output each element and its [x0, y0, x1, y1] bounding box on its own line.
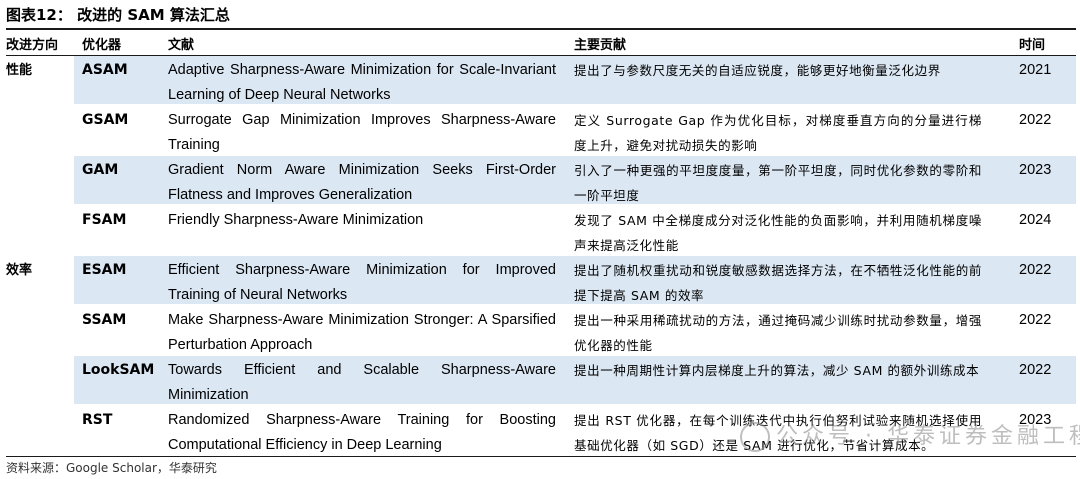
cell-contribution: 提出一种周期性计算内层梯度上升的算法，减少 SAM 的额外训练成本	[574, 363, 980, 378]
table-row: 性能 ASAM Adaptive Sharpness-Aware Minimiz…	[6, 56, 1076, 105]
table-row: 效率 ESAM Efficient Sharpness-Aware Minimi…	[6, 256, 1076, 305]
cell-optimizer: GSAM	[82, 112, 129, 128]
table-row: GAM Gradient Norm Aware Minimization See…	[6, 156, 1076, 205]
cell-paper: Efficient Sharpness-Aware Minimization f…	[168, 262, 556, 303]
cell-optimizer: FSAM	[82, 212, 127, 228]
cell-year: 2022	[1019, 112, 1052, 128]
cell-paper: Adaptive Sharpness-Aware Minimization fo…	[168, 62, 556, 103]
title-rule	[6, 28, 1076, 30]
cell-contribution: 提出一种采用稀疏扰动的方法，通过掩码减少训练时扰动参数量，增强优化器的性能	[574, 313, 982, 353]
cell-year: 2022	[1019, 312, 1052, 328]
cell-optimizer: SSAM	[82, 312, 127, 328]
cell-paper: Make Sharpness-Aware Minimization Strong…	[168, 312, 556, 353]
cell-contribution: 提出了与参数尺度无关的自适应锐度，能够更好地衡量泛化边界	[574, 63, 941, 78]
header-optimizer: 优化器	[82, 38, 122, 53]
cell-year: 2022	[1019, 362, 1052, 378]
cell-year: 2021	[1019, 62, 1052, 78]
cell-year: 2022	[1019, 262, 1052, 278]
table-row: SSAM Make Sharpness-Aware Minimization S…	[6, 306, 1076, 355]
cell-paper: Surrogate Gap Minimization Improves Shar…	[168, 112, 556, 153]
cell-contribution: 引入了一种更强的平坦度度量，第一阶平坦度，同时优化参数的零阶和一阶平坦度	[574, 163, 982, 203]
cell-optimizer: LookSAM	[82, 362, 155, 378]
cell-contribution: 发现了 SAM 中全梯度成分对泛化性能的负面影响，并利用随机梯度噪声来提高泛化性…	[574, 213, 982, 253]
cell-year: 2024	[1019, 212, 1052, 228]
cell-year: 2023	[1019, 162, 1052, 178]
source-note: 资料来源：Google Scholar，华泰研究	[6, 461, 217, 475]
cell-direction: 性能	[6, 63, 33, 78]
cell-optimizer: ESAM	[82, 262, 127, 278]
cell-optimizer: ASAM	[82, 62, 128, 78]
cell-paper: Gradient Norm Aware Minimization Seeks F…	[168, 162, 556, 203]
header-paper: 文献	[168, 38, 195, 53]
cell-optimizer: RST	[82, 412, 113, 428]
wechat-icon	[740, 422, 770, 452]
table-row: LookSAM Towards Efficient and Scalable S…	[6, 356, 1076, 405]
watermark-text: 公众号 · 华泰证券金融工程	[776, 424, 1080, 449]
watermark: 公众号 · 华泰证券金融工程	[740, 418, 1080, 452]
header-contribution: 主要贡献	[574, 38, 627, 53]
header-direction: 改进方向	[6, 38, 59, 53]
cell-paper: Friendly Sharpness-Aware Minimization	[168, 212, 424, 228]
bottom-rule	[6, 456, 1076, 457]
cell-contribution: 提出了随机权重扰动和锐度敏感数据选择方法，在不牺牲泛化性能的前提下提高 SAM …	[574, 263, 982, 303]
cell-paper: Randomized Sharpness-Aware Training for …	[168, 412, 556, 453]
header-year: 时间	[1019, 38, 1046, 53]
table-title: 图表12： 改进的 SAM 算法汇总	[6, 6, 230, 24]
cell-paper: Towards Efficient and Scalable Sharpness…	[168, 362, 556, 403]
cell-optimizer: GAM	[82, 162, 119, 178]
table-header: 改进方向 优化器 文献 主要贡献 时间	[6, 31, 1076, 55]
table-row: GSAM Surrogate Gap Minimization Improves…	[6, 106, 1076, 155]
cell-direction: 效率	[6, 263, 33, 278]
cell-contribution: 定义 Surrogate Gap 作为优化目标，对梯度垂直方向的分量进行梯度上升…	[574, 113, 982, 153]
table-row: FSAM Friendly Sharpness-Aware Minimizati…	[6, 206, 1076, 255]
